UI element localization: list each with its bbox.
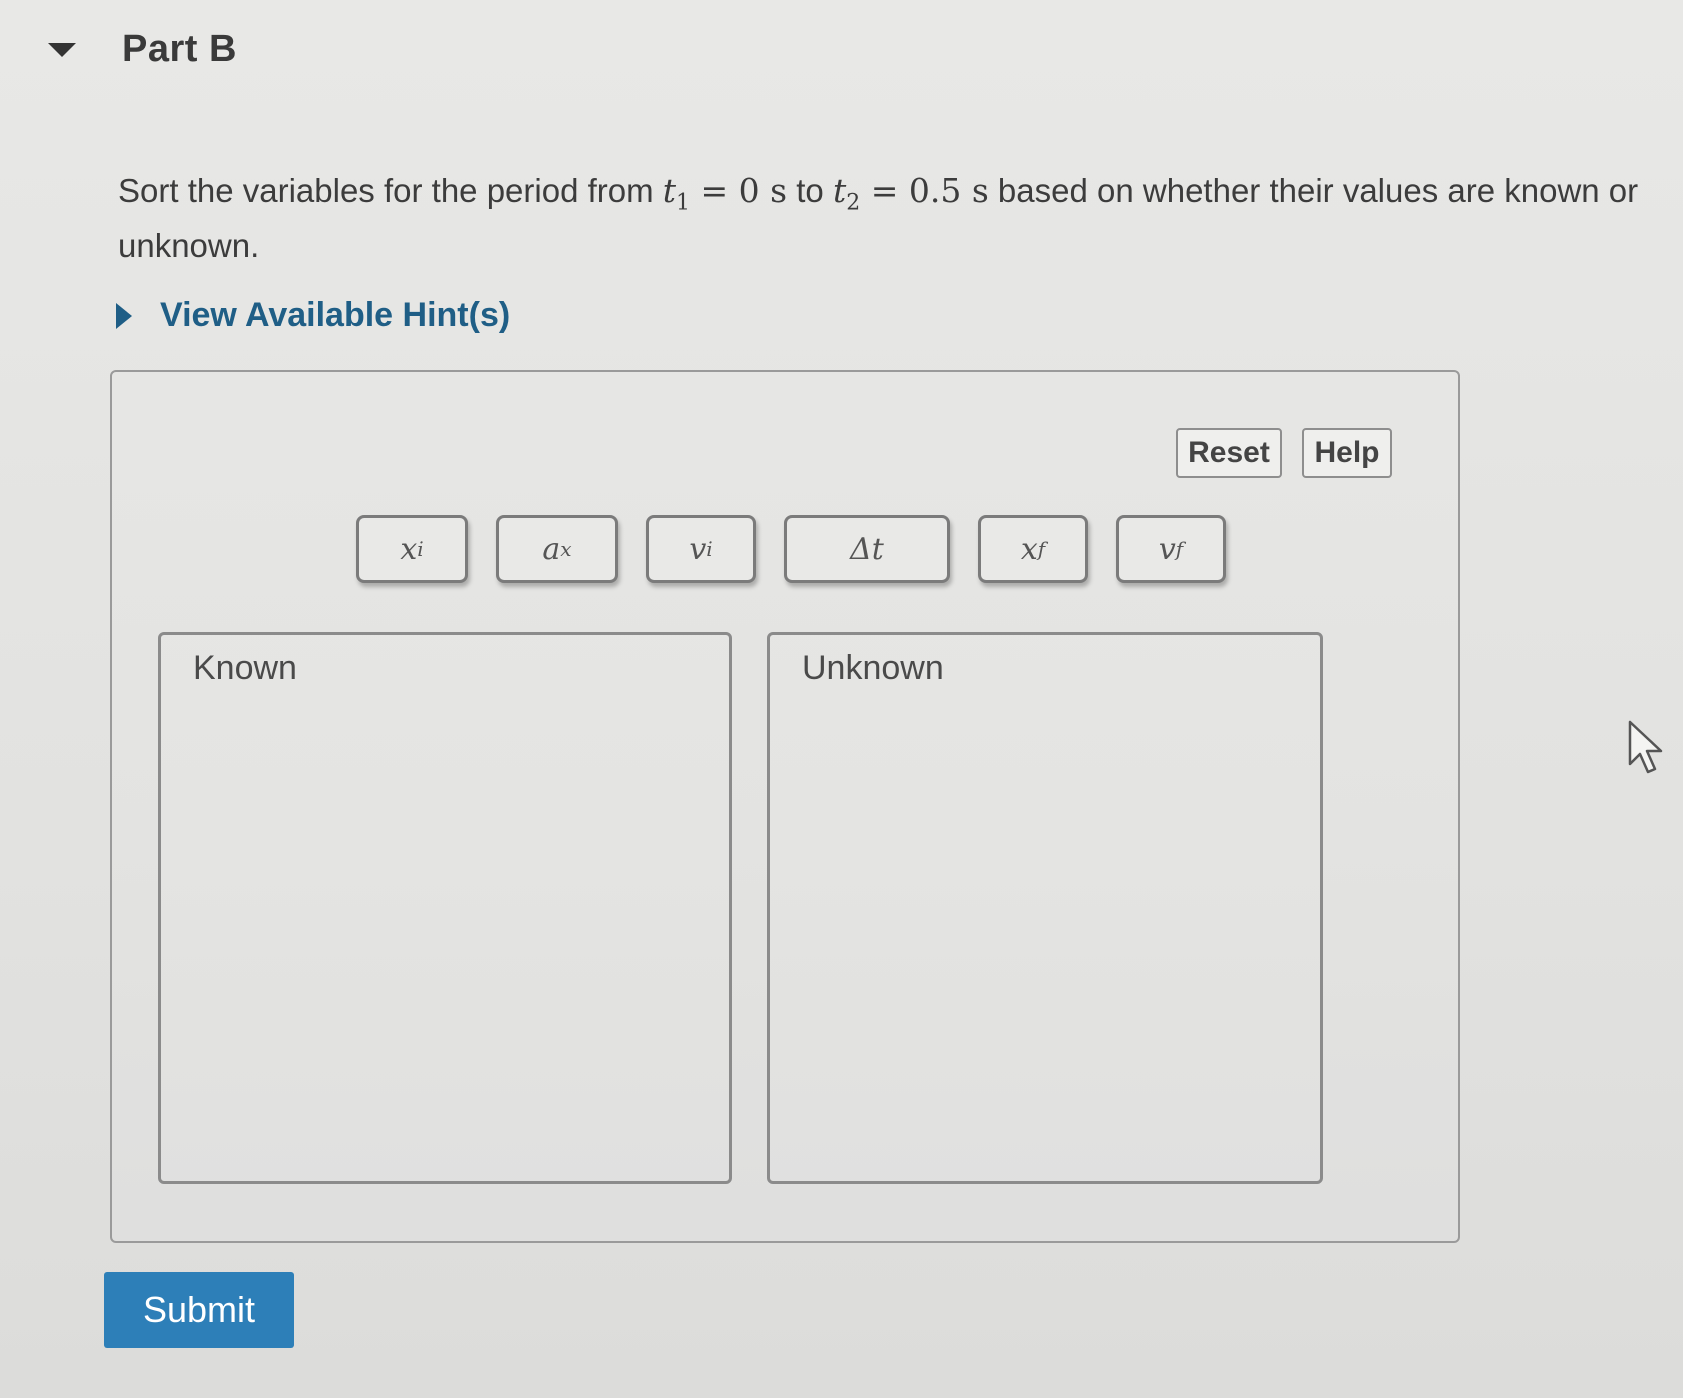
submit-button[interactable]: Submit — [104, 1272, 294, 1348]
prompt-text-before: Sort the variables for the period from — [118, 172, 663, 209]
token-base: x — [400, 531, 418, 567]
reset-button[interactable]: Reset — [1176, 428, 1282, 478]
token-base: v — [689, 531, 707, 567]
token-v-initial[interactable]: vi — [646, 515, 756, 583]
collapse-triangle-icon[interactable] — [48, 42, 76, 57]
known-label: Known — [193, 649, 297, 687]
help-button[interactable]: Help — [1302, 428, 1392, 478]
unknown-label: Unknown — [802, 649, 944, 687]
token-subscript: i — [417, 537, 424, 561]
token-subscript: x — [560, 537, 572, 561]
token-subscript: f — [1037, 537, 1046, 561]
t2-expression: t2 = 0.5 s — [832, 171, 989, 216]
t1-value: = 0 s — [690, 171, 788, 210]
t2-value: = 0.5 s — [860, 171, 989, 210]
t2-subscript: 2 — [846, 190, 861, 216]
token-subscript: i — [706, 537, 713, 561]
token-delta-t[interactable]: Δt — [784, 515, 950, 583]
t2-symbol: t — [832, 171, 847, 210]
page: Part B Sort the variables for the period… — [0, 0, 1683, 1398]
known-drop-zone[interactable]: Known — [158, 632, 732, 1184]
view-hints-toggle[interactable]: View Available Hint(s) — [116, 296, 510, 335]
token-base: a — [542, 531, 561, 567]
part-header[interactable]: Part B — [48, 28, 237, 71]
view-hints-label: View Available Hint(s) — [160, 296, 511, 334]
mouse-pointer-icon — [1628, 720, 1663, 774]
token-base: v — [1158, 531, 1176, 567]
t1-expression: t1 = 0 s — [662, 171, 788, 216]
token-acceleration-x[interactable]: ax — [496, 515, 618, 583]
prompt-to-word: to — [787, 172, 833, 209]
token-base: Δt — [850, 531, 884, 567]
token-x-initial[interactable]: xi — [356, 515, 468, 583]
question-prompt: Sort the variables for the period from t… — [118, 170, 1648, 267]
expand-triangle-icon — [116, 302, 132, 329]
sorting-panel: Reset Help xi ax vi Δt xf vf Known Unkno… — [110, 370, 1460, 1243]
token-x-final[interactable]: xf — [978, 515, 1088, 583]
t1-symbol: t — [662, 171, 677, 210]
t1-subscript: 1 — [676, 190, 691, 216]
token-base: x — [1020, 531, 1038, 567]
token-v-final[interactable]: vf — [1116, 515, 1226, 583]
part-title: Part B — [122, 28, 237, 70]
token-subscript: f — [1175, 537, 1184, 561]
unknown-drop-zone[interactable]: Unknown — [767, 632, 1323, 1184]
